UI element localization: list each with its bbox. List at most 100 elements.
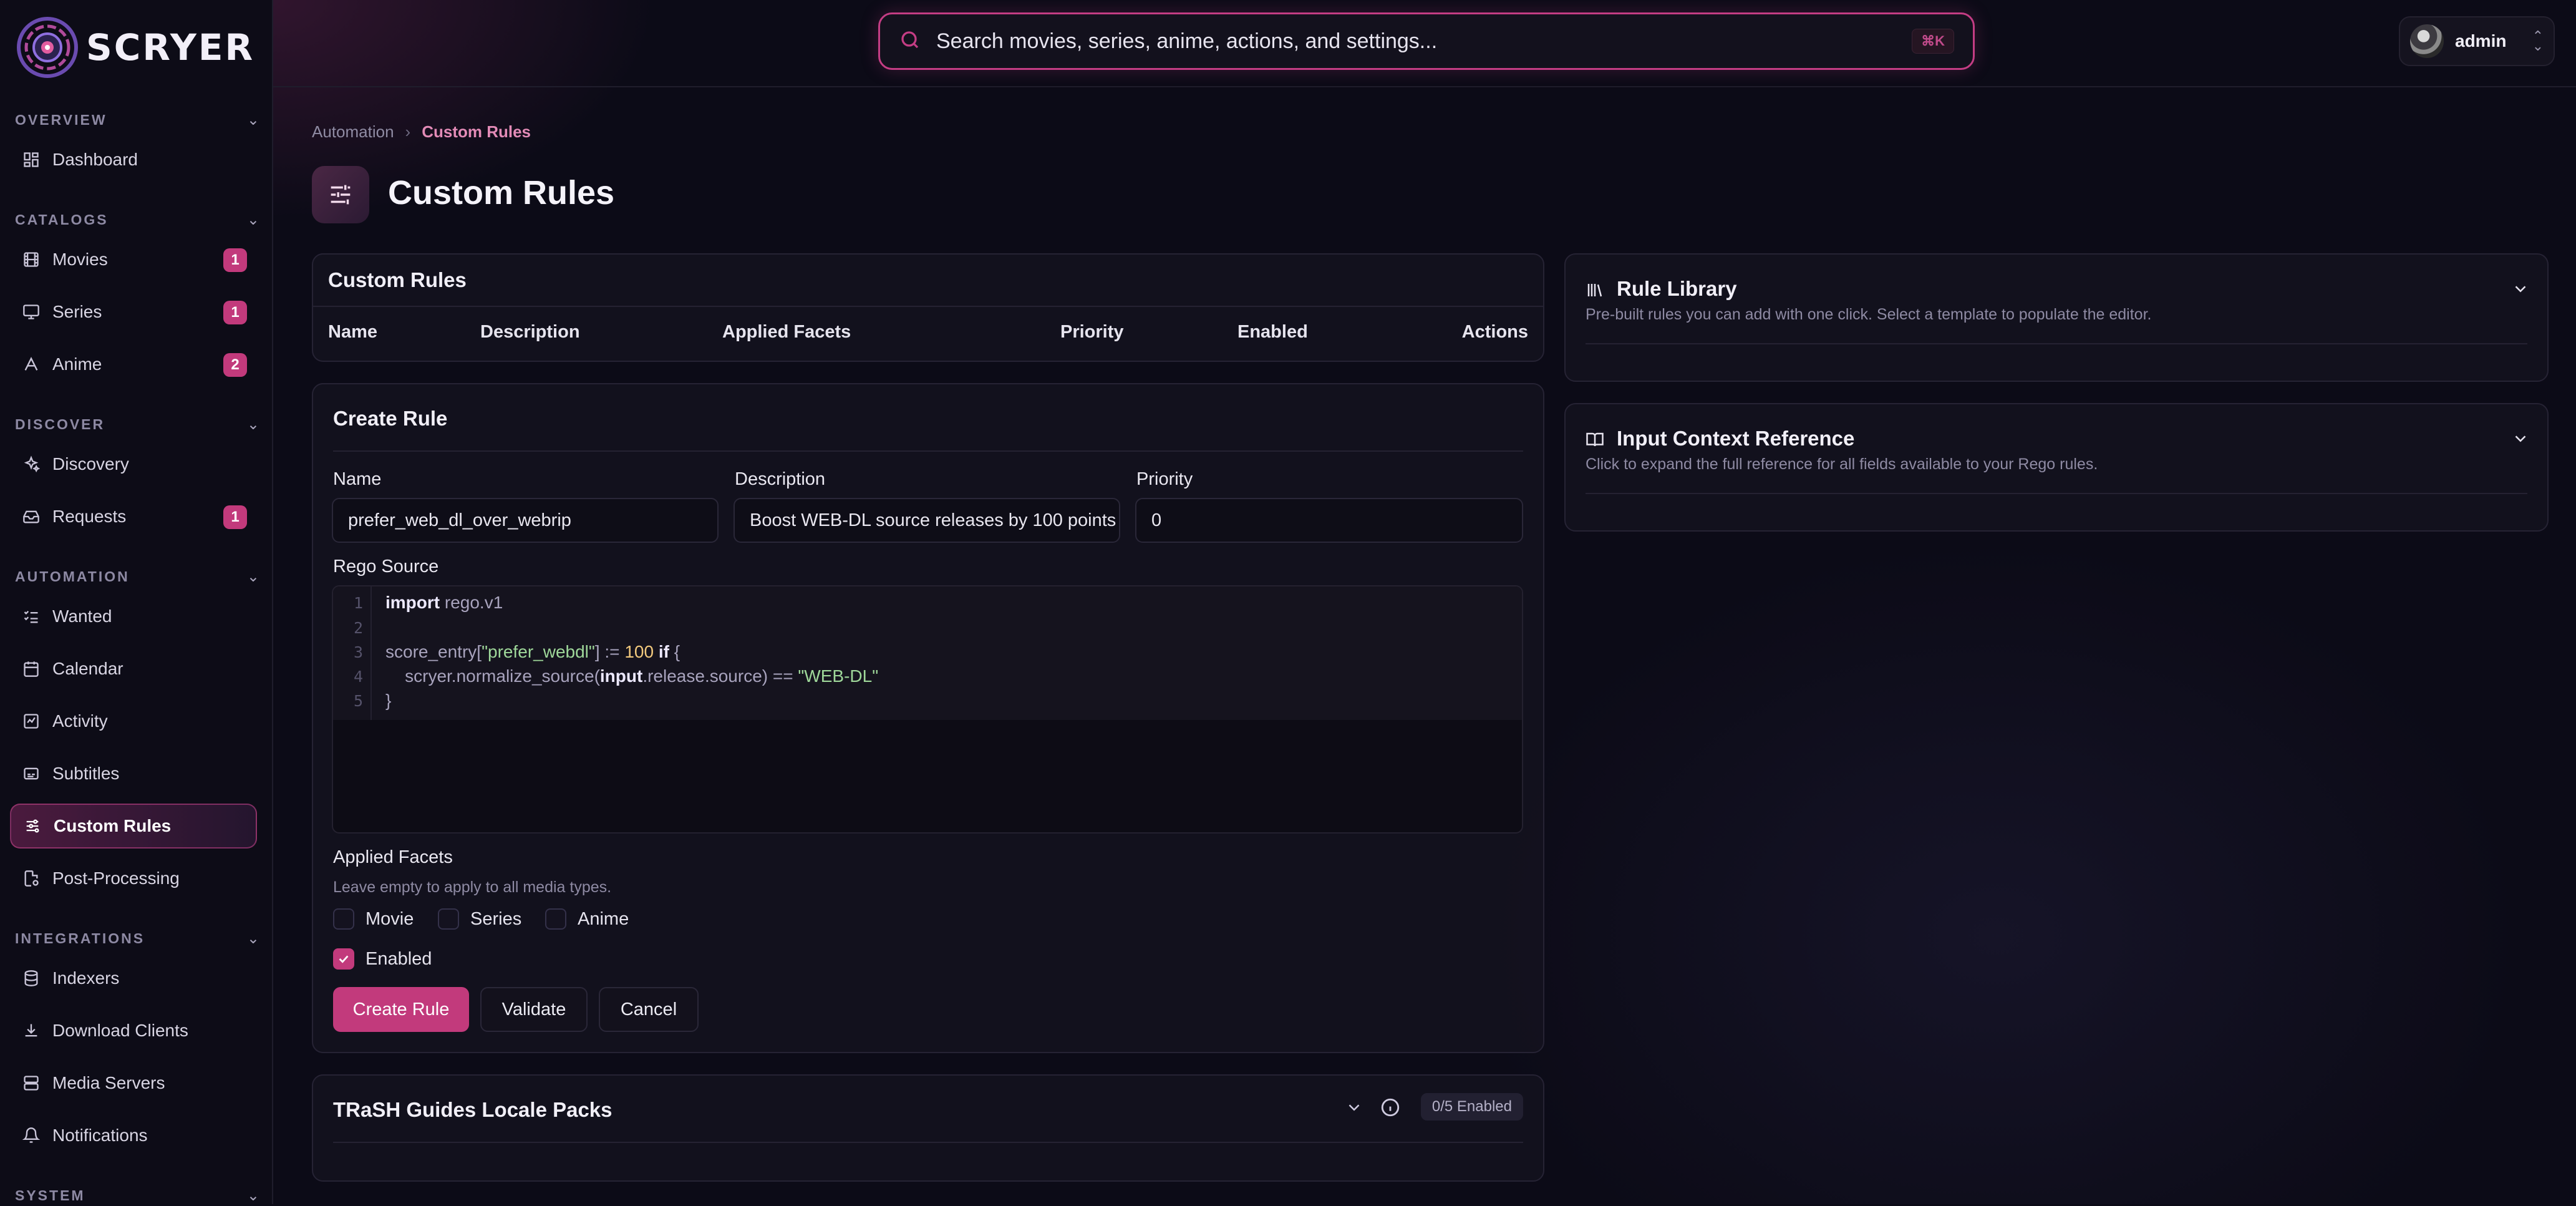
global-search[interactable]: Search movies, series, anime, actions, a… <box>878 12 1975 70</box>
sidebar-item-indexers[interactable]: Indexers <box>10 956 257 1001</box>
cancel-button[interactable]: Cancel <box>599 987 699 1032</box>
sidebar-item-post-processing[interactable]: Post-Processing <box>10 856 257 901</box>
column-header[interactable]: Name <box>328 322 377 343</box>
sidebar-item-requests[interactable]: Requests 1 <box>10 494 257 539</box>
list-check-icon <box>21 606 41 626</box>
sidebar-item-media-servers[interactable]: Media Servers <box>10 1061 257 1106</box>
facet-series-checkbox[interactable]: Series <box>438 908 521 930</box>
download-icon <box>21 1021 41 1041</box>
applied-facets-label: Applied Facets <box>333 847 453 867</box>
sidebar-item-wanted[interactable]: Wanted <box>10 594 257 639</box>
facet-anime-checkbox[interactable]: Anime <box>545 908 629 930</box>
priority-label: Priority <box>1136 469 1193 489</box>
app-logo[interactable]: SCRYER <box>16 16 254 79</box>
breadcrumb: Automation › Custom Rules <box>312 122 531 142</box>
app-name: SCRYER <box>86 26 255 69</box>
subtitles-icon <box>21 764 41 784</box>
checkbox[interactable] <box>438 908 459 930</box>
column-header[interactable]: Actions <box>1462 322 1528 343</box>
sidebar-item-anime[interactable]: Anime 2 <box>10 342 257 387</box>
line-number: 4 <box>353 668 363 686</box>
section-integrations[interactable]: INTEGRATIONS ⌄ <box>15 928 259 949</box>
search-input[interactable]: Search movies, series, anime, actions, a… <box>936 29 1912 54</box>
section-label: AUTOMATION <box>15 568 130 585</box>
checkbox[interactable] <box>545 908 566 930</box>
chevron-down-icon: ⌄ <box>246 211 259 228</box>
enabled-checkbox[interactable]: Enabled <box>333 948 432 970</box>
sliders-icon <box>22 816 42 836</box>
column-header[interactable]: Priority <box>1060 322 1124 343</box>
sidebar-item-notifications[interactable]: Notifications <box>10 1113 257 1158</box>
sidebar-item-calendar[interactable]: Calendar <box>10 646 257 691</box>
code-line-3: score_entry["prefer_webdl"] := 100 if { <box>385 642 680 661</box>
check-icon <box>339 955 349 963</box>
sliders-icon <box>331 185 351 205</box>
sidebar-item-label: Activity <box>52 711 108 731</box>
film-icon <box>21 250 41 270</box>
dashboard-icon <box>21 150 41 170</box>
input-context-card[interactable]: Input Context Reference Click to expand … <box>1564 403 2549 532</box>
avatar <box>2410 24 2444 58</box>
section-system[interactable]: SYSTEM ⌄ <box>15 1185 259 1206</box>
priority-field[interactable]: 0 <box>1135 498 1523 543</box>
sidebar-item-label: Wanted <box>52 606 112 626</box>
section-label: CATALOGS <box>15 211 109 228</box>
facet-movie-checkbox[interactable]: Movie <box>333 908 414 930</box>
sidebar-item-label: Notifications <box>52 1126 148 1145</box>
user-menu[interactable]: admin ⌃ ⌄ <box>2399 16 2555 66</box>
divider <box>313 306 1543 307</box>
chevron-down-icon[interactable] <box>2511 429 2530 451</box>
activity-icon <box>21 711 41 731</box>
chevrons-up-down-icon: ⌃ ⌄ <box>2532 28 2544 54</box>
bell-icon <box>21 1126 41 1145</box>
section-overview[interactable]: OVERVIEW ⌄ <box>15 109 259 130</box>
info-icon[interactable] <box>1380 1097 1401 1121</box>
breadcrumb-parent[interactable]: Automation <box>312 122 394 142</box>
validate-button[interactable]: Validate <box>480 987 588 1032</box>
code-line-4: scryer.normalize_source(input.release.so… <box>405 666 879 686</box>
section-catalogs[interactable]: CATALOGS ⌄ <box>15 209 259 230</box>
page-icon <box>312 166 369 223</box>
section-discover[interactable]: DISCOVER ⌄ <box>15 414 259 435</box>
line-number: 2 <box>353 619 363 637</box>
breadcrumb-current: Custom Rules <box>422 122 531 141</box>
name-label: Name <box>333 469 382 489</box>
sidebar-item-download-clients[interactable]: Download Clients <box>10 1008 257 1053</box>
checkbox[interactable] <box>333 908 354 930</box>
sidebar-item-movies[interactable]: Movies 1 <box>10 237 257 282</box>
sidebar-item-label: Discovery <box>52 454 129 474</box>
divider <box>1586 493 2527 494</box>
name-field[interactable]: prefer_web_dl_over_webrip <box>332 498 719 543</box>
divider <box>1586 343 2527 344</box>
section-label: OVERVIEW <box>15 111 107 128</box>
sidebar-item-custom-rules[interactable]: Custom Rules <box>10 804 257 849</box>
column-header[interactable]: Applied Facets <box>722 322 851 343</box>
section-automation[interactable]: AUTOMATION ⌄ <box>15 566 259 587</box>
database-icon <box>21 968 41 988</box>
search-icon <box>899 29 921 54</box>
sidebar-item-subtitles[interactable]: Subtitles <box>10 751 257 796</box>
sidebar-item-discovery[interactable]: Discovery <box>10 442 257 487</box>
chevron-down-icon: ⌄ <box>246 930 259 947</box>
chevron-down-icon[interactable] <box>1345 1098 1363 1120</box>
rule-library-card[interactable]: Rule Library Pre-built rules you can add… <box>1564 253 2549 382</box>
chevron-down-icon[interactable] <box>2511 280 2530 301</box>
sparkles-icon <box>21 454 41 474</box>
trash-packs-title: TRaSH Guides Locale Packs <box>333 1098 613 1121</box>
checkbox-checked[interactable] <box>333 948 354 970</box>
create-rule-title: Create Rule <box>333 407 448 430</box>
column-header[interactable]: Description <box>480 322 580 343</box>
description-field[interactable]: Boost WEB-DL source releases by 100 poin… <box>734 498 1120 543</box>
sidebar-item-series[interactable]: Series 1 <box>10 289 257 334</box>
column-header[interactable]: Enabled <box>1237 322 1308 343</box>
sidebar-item-dashboard[interactable]: Dashboard <box>10 137 257 182</box>
rego-code-editor[interactable]: 1 2 3 4 5 import rego.v1 score_entry["pr… <box>332 585 1523 834</box>
checkbox-label: Series <box>470 908 522 929</box>
count-badge: 1 <box>223 505 247 529</box>
trash-packs-card[interactable]: TRaSH Guides Locale Packs 0/5 Enabled <box>312 1074 1544 1182</box>
count-badge: 2 <box>223 353 247 377</box>
create-rule-button[interactable]: Create Rule <box>333 987 469 1032</box>
sidebar-item-activity[interactable]: Activity <box>10 699 257 744</box>
rule-library-description: Pre-built rules you can add with one cli… <box>1586 306 2152 323</box>
file-cog-icon <box>21 868 41 888</box>
